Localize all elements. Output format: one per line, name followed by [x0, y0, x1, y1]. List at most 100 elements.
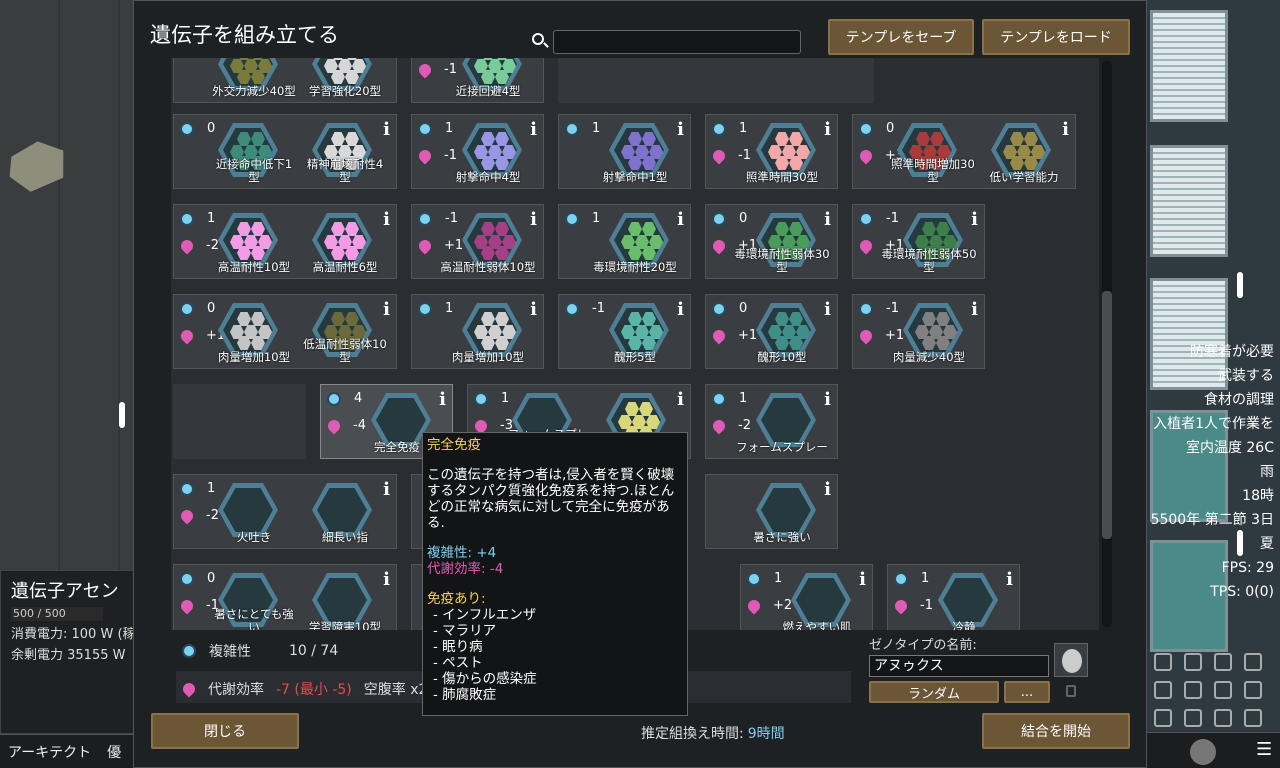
status-line: 防寒着が必要 — [1190, 344, 1274, 360]
more-button[interactable]: ... — [1004, 681, 1050, 703]
gene-card[interactable]: -1i近接回避4型 — [411, 58, 544, 103]
status-line: 食材の調理 — [1204, 392, 1274, 408]
load-template-button[interactable]: テンプレをロード — [982, 19, 1130, 55]
complexity-icon — [565, 211, 579, 226]
tool-icon[interactable] — [1184, 653, 1202, 671]
tool-icon[interactable] — [1214, 709, 1232, 727]
info-icon[interactable]: i — [530, 299, 537, 320]
gene-label: 射撃命中1型 — [602, 170, 668, 184]
gene-card[interactable]: -1 +1 i 肉量減少40型 — [852, 294, 985, 369]
tool-icon[interactable] — [1214, 681, 1232, 699]
gene-label: 毒環境耐性弱体30型 — [734, 247, 830, 274]
start-combine-button[interactable]: 結合を開始 — [982, 713, 1130, 749]
xenotype-icon-button[interactable] — [1054, 643, 1088, 677]
gene-card[interactable]: -1 +1 i 高温耐性弱体10型 — [411, 204, 544, 279]
metabolism-label: 代謝効率 — [208, 682, 264, 698]
gene-card[interactable]: 1 +2 i 燃えやすい肌 — [740, 564, 873, 630]
info-icon[interactable]: i — [824, 389, 831, 410]
gene-card[interactable]: 0 -1 i 暑さにとても強い 学習障害10型 — [173, 564, 397, 630]
info-icon[interactable]: i — [383, 299, 390, 320]
info-icon[interactable]: i — [383, 209, 390, 230]
menu-icon[interactable]: ☰ — [1256, 739, 1272, 760]
gene-card[interactable]: 0 +1 i 肉量増加10型 低温耐性弱体10型 — [173, 294, 397, 369]
recombine-time: 推定組換え時間: 9時間 — [641, 723, 785, 743]
info-icon[interactable]: i — [677, 299, 684, 320]
metabolism-icon — [857, 147, 875, 164]
info-icon[interactable]: i — [1006, 569, 1013, 590]
random-name-button[interactable]: ランダム — [869, 681, 999, 703]
gene-card[interactable]: 1 -2 i 火吐き 細長い指 — [173, 474, 397, 549]
lock-icon[interactable] — [1066, 685, 1076, 697]
tool-icon[interactable] — [1244, 709, 1262, 727]
info-icon[interactable]: i — [971, 299, 978, 320]
metabolism-icon — [710, 237, 728, 254]
complexity-value: 1 — [501, 391, 510, 406]
avatar[interactable] — [1190, 739, 1216, 765]
gene-label: 肉量増加10型 — [451, 350, 525, 364]
info-icon[interactable]: i — [1062, 119, 1069, 140]
info-icon[interactable]: i — [824, 479, 831, 500]
tool-icon[interactable] — [1184, 681, 1202, 699]
gene-card[interactable]: 1 -2 i 高温耐性10型 高温耐性6型 — [173, 204, 397, 279]
complexity-stat: 0 — [859, 121, 894, 136]
complexity-stat: 1 — [565, 121, 600, 136]
tool-icon[interactable] — [1154, 681, 1172, 699]
gene-label: 低い学習能力 — [989, 170, 1059, 184]
close-button[interactable]: 閉じる — [151, 713, 299, 749]
map-marker — [119, 402, 125, 428]
scrollbar-thumb[interactable] — [1102, 291, 1112, 539]
info-icon[interactable]: i — [677, 389, 684, 410]
bottom-tab-bar: アーキテクト 優 — [0, 734, 134, 768]
gene-tooltip: 完全免疫 この遺伝子を持つ者は,侵入者を賢く破壊するタンパク質強化免疫系を持つ.… — [422, 432, 688, 716]
tab-next[interactable]: 優 — [99, 742, 129, 762]
tool-icon[interactable] — [1184, 709, 1202, 727]
info-icon[interactable]: i — [824, 119, 831, 140]
info-icon[interactable]: i — [530, 119, 537, 140]
info-icon[interactable]: i — [530, 209, 537, 230]
tool-icon[interactable] — [1244, 681, 1262, 699]
tool-icon[interactable] — [1154, 653, 1172, 671]
search-input[interactable] — [553, 30, 801, 54]
info-icon[interactable]: i — [677, 119, 684, 140]
gene-card[interactable]: 0 +3 i 照準時間増加30型 低い学習能力 — [852, 114, 1076, 189]
info-icon[interactable]: i — [824, 209, 831, 230]
complexity-icon — [712, 391, 726, 406]
gene-card[interactable]: 1 -2 i フォームスプレー — [705, 384, 838, 459]
gene-card[interactable]: -1 +1 i 毒環境耐性弱体50型 — [852, 204, 985, 279]
tool-icon[interactable] — [1244, 653, 1262, 671]
gene-card[interactable]: 1 -1 i 照準時間30型 — [705, 114, 838, 189]
gene-card[interactable]: 1 i 射撃命中1型 — [558, 114, 691, 189]
gene-card[interactable]: 1 -1 i 射撃命中4型 — [411, 114, 544, 189]
complexity-value: 1 — [739, 121, 748, 136]
info-icon[interactable]: i — [971, 209, 978, 230]
gene-card[interactable]: i 暑さに強い — [705, 474, 838, 549]
gene-card[interactable]: 1 -1 i 冷静 — [887, 564, 1020, 630]
gene-label: 精神崩壊耐性4型 — [306, 157, 384, 184]
gene-card[interactable]: 1 i 毒環境耐性20型 — [558, 204, 691, 279]
xenotype-name-field[interactable]: アヌゥクス — [869, 655, 1049, 677]
gene-card[interactable]: 1 i 肉量増加10型 — [411, 294, 544, 369]
info-icon[interactable]: i — [383, 479, 390, 500]
info-icon[interactable]: i — [824, 299, 831, 320]
gene-card[interactable]: 0 i 近接命中低下1型 精神崩壊耐性4型 — [173, 114, 397, 189]
tab-architect[interactable]: アーキテクト — [0, 742, 99, 762]
save-template-button[interactable]: テンプレをセーブ — [828, 19, 974, 55]
gene-grid-scrollbar[interactable] — [1102, 61, 1112, 627]
gene-label: 低温耐性弱体10型 — [303, 337, 387, 364]
info-icon[interactable]: i — [677, 209, 684, 230]
tooltip-description: この遺伝子を持つ者は,侵入者を賢く破壊するタンパク質強化免疫系を持つ.ほとんどの… — [427, 467, 675, 531]
tool-icon[interactable] — [1154, 709, 1172, 727]
gene-card[interactable]: 0 +1 i 醜形10型 — [705, 294, 838, 369]
gene-card[interactable]: i外交力減少40型学習強化20型 — [173, 58, 397, 103]
gene-card[interactable]: 0 +1 i 毒環境耐性弱体30型 — [705, 204, 838, 279]
gene-card[interactable]: -1 i 醜形5型 — [558, 294, 691, 369]
info-icon[interactable]: i — [439, 389, 446, 410]
info-icon[interactable]: i — [383, 569, 390, 590]
info-icon[interactable]: i — [859, 569, 866, 590]
complexity-icon — [180, 481, 194, 496]
complexity-icon — [180, 211, 194, 226]
metabolism-value: -2 — [206, 238, 219, 253]
info-icon[interactable]: i — [383, 119, 390, 140]
complexity-icon — [180, 121, 194, 136]
tool-icon[interactable] — [1214, 653, 1232, 671]
